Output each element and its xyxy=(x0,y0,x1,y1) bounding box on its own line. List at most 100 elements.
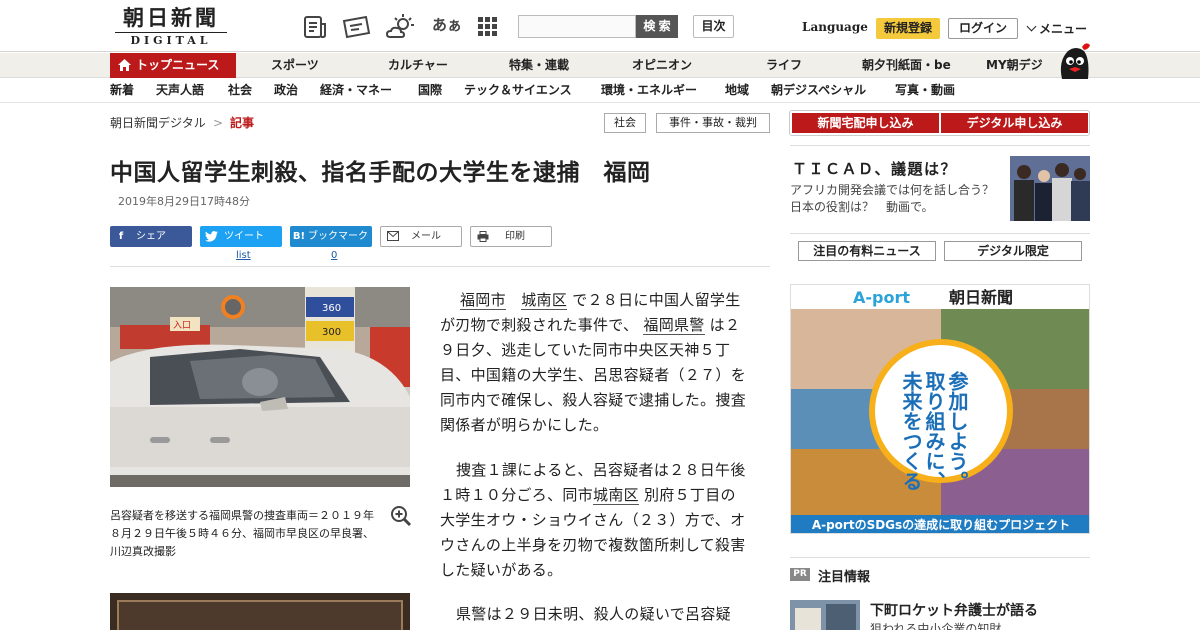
nav-special[interactable]: 朝デジスペシャル xyxy=(771,79,866,102)
article-date: 2019年8月29日17時48分 xyxy=(118,195,250,208)
nav-tenseijingo[interactable]: 天声人語 xyxy=(156,79,204,102)
digital-subscribe-button[interactable]: デジタル申し込み xyxy=(941,113,1088,133)
tag-incidents[interactable]: 事件・事故・裁判 xyxy=(656,113,770,133)
pr-thumbnail[interactable] xyxy=(790,600,860,630)
register-button[interactable]: 新規登録 xyxy=(876,18,940,39)
link-fukuoka-city[interactable]: 福岡市 xyxy=(460,291,506,310)
facebook-share-button[interactable]: f シェア xyxy=(110,226,192,247)
mail-icon xyxy=(387,231,399,241)
ad-copy-3: 参加しよう。 xyxy=(945,370,969,491)
nav-society[interactable]: 社会 xyxy=(228,79,252,102)
nav-region[interactable]: 地域 xyxy=(725,79,749,102)
breadcrumb-home[interactable]: 朝日新聞デジタル xyxy=(110,116,206,130)
nav-newspaper[interactable]: 朝夕刊紙面・be xyxy=(862,53,951,78)
link-jonan-ward-2[interactable]: 城南区 xyxy=(593,486,639,505)
newspaper-icon[interactable] xyxy=(302,14,328,40)
primary-nav: トップニュース スポーツ カルチャー 特集・連載 オピニオン ライフ 朝夕刊紙面… xyxy=(0,43,1200,79)
facebook-share-label: シェア xyxy=(136,231,166,242)
nav-sports[interactable]: スポーツ xyxy=(271,53,319,78)
mascot-icon xyxy=(1060,43,1090,79)
divider xyxy=(790,557,1090,558)
ad-brand: A-port xyxy=(853,288,910,307)
site-logo[interactable]: 朝日新聞 DIGITAL xyxy=(115,6,227,48)
logo-japanese: 朝日新聞 xyxy=(123,5,219,30)
menu-label: メニュー xyxy=(1039,22,1088,36)
article-paragraph-2: 捜査１課によると、呂容疑者は２８日午後１時１０分ごろ、同市城南区 別府５丁目の大… xyxy=(440,458,750,583)
premium-news-button[interactable]: 注目の有料ニュース xyxy=(798,241,936,261)
nav-politics[interactable]: 政治 xyxy=(274,79,298,102)
ticad-description[interactable]: アフリカ開発会議では何を話し合う？ 日本の役割は？ 動画で。 xyxy=(790,182,1006,216)
a-port-advertisement[interactable]: A-port 朝日新聞 未来をつくる 取り組みに、 参加しよう。 A-portの… xyxy=(790,284,1090,534)
hatena-bookmark-button[interactable]: B! ブックマーク xyxy=(290,226,372,247)
ad-copy-1: 未来をつくる xyxy=(899,371,923,491)
facebook-icon: f xyxy=(118,231,124,242)
header: 朝日新聞 DIGITAL あぁ 検 索 目次 Language 新規登録 ログイ… xyxy=(0,0,1200,52)
article-title: 中国人留学生刺殺、指名手配の大学生を逮捕 福岡 xyxy=(110,160,651,186)
ticad-thumbnail[interactable] xyxy=(1010,156,1090,221)
page: 朝日新聞 DIGITAL あぁ 検 索 目次 Language 新規登録 ログイ… xyxy=(0,0,1200,630)
home-icon xyxy=(118,59,131,71)
nav-my-asahi[interactable]: MY朝デジ xyxy=(986,53,1043,78)
pr-section-label: 注目情報 xyxy=(818,570,871,585)
mail-label: メール xyxy=(411,231,441,242)
nav-latest[interactable]: 新着 xyxy=(110,79,134,102)
login-button[interactable]: ログイン xyxy=(948,18,1018,39)
ticket-icon[interactable] xyxy=(342,14,372,40)
zoom-in-icon[interactable] xyxy=(390,505,412,527)
photo-sign-300: 300 xyxy=(322,327,341,338)
hatena-bookmark-label: ブックマーク xyxy=(308,231,368,242)
grid-menu-icon[interactable] xyxy=(477,14,499,40)
breadcrumb-separator: > xyxy=(213,116,224,130)
ad-copy-2: 取り組みに、 xyxy=(922,371,946,491)
nav-photo-video[interactable]: 写真・動画 xyxy=(895,79,955,102)
pr-title[interactable]: 下町ロケット弁護士が語る xyxy=(870,600,1038,620)
logo-digital: DIGITAL xyxy=(115,32,227,47)
digital-exclusive-button[interactable]: デジタル限定 xyxy=(944,241,1082,261)
print-label: 印刷 xyxy=(505,231,525,242)
nav-opinion[interactable]: オピニオン xyxy=(632,53,692,78)
hatena-count[interactable]: 0 xyxy=(331,250,337,261)
twitter-bird-icon xyxy=(205,230,218,242)
font-size-icon[interactable]: あぁ xyxy=(432,14,462,35)
link-fukuoka-police[interactable]: 福岡県警 xyxy=(643,316,705,335)
twitter-tweet-button[interactable]: ツイート xyxy=(200,226,282,247)
search-input[interactable] xyxy=(518,15,636,38)
printer-icon xyxy=(477,230,489,242)
print-button[interactable]: 印刷 xyxy=(470,226,552,247)
chevron-down-icon xyxy=(1026,21,1037,32)
divider xyxy=(790,233,1090,234)
search-button[interactable]: 検 索 xyxy=(636,15,678,38)
ad-paper: 朝日新聞 xyxy=(949,288,1013,307)
weather-icon[interactable] xyxy=(386,14,416,40)
language-link[interactable]: Language xyxy=(802,20,868,34)
breadcrumb-current: 記事 xyxy=(230,116,255,130)
article-paragraph-3: 県警は２９日未明、殺人の疑いで呂容疑 xyxy=(456,605,731,623)
article-photo-2[interactable] xyxy=(110,593,410,630)
nav-top-news[interactable]: トップニュース xyxy=(110,53,236,78)
divider xyxy=(110,266,770,267)
mail-button[interactable]: メール xyxy=(380,226,462,247)
nav-features[interactable]: 特集・連載 xyxy=(509,53,569,78)
nav-culture[interactable]: カルチャー xyxy=(388,53,448,78)
nav-environment[interactable]: 環境・エネルギー xyxy=(601,79,697,102)
pr-badge: PR xyxy=(790,568,810,581)
nav-tech-science[interactable]: テック＆サイエンス xyxy=(464,79,572,102)
article-paragraph-1: 福岡市 城南区 で２８日に中国人留学生が刃物で刺殺された事件で、 福岡県警 は２… xyxy=(440,288,750,438)
twitter-list-link[interactable]: list xyxy=(236,250,251,261)
link-jonan-ward[interactable]: 城南区 xyxy=(521,291,568,310)
divider xyxy=(790,145,1090,146)
pr-subtitle[interactable]: 狙われる中小企業の知財 xyxy=(870,620,1001,630)
newspaper-subscribe-button[interactable]: 新聞宅配申し込み xyxy=(792,113,939,133)
menu-button[interactable]: メニュー xyxy=(1026,20,1088,37)
article-photo[interactable]: 360 300 入口 xyxy=(110,287,410,487)
nav-life[interactable]: ライフ xyxy=(766,53,802,78)
photo-sign-entrance: 入口 xyxy=(173,320,191,331)
nav-economy[interactable]: 経済・マネー xyxy=(320,79,392,102)
ticad-headline[interactable]: ＴＩＣＡＤ、議題は？ xyxy=(792,158,957,179)
nav-top-news-label: トップニュース xyxy=(136,58,220,72)
ad-footer: A-portのSDGsの達成に取り組むプロジェクト xyxy=(812,517,1070,532)
secondary-nav: 新着 天声人語 社会 政治 経済・マネー 国際 テック＆サイエンス 環境・エネル… xyxy=(0,79,1200,103)
nav-international[interactable]: 国際 xyxy=(418,79,442,102)
index-button[interactable]: 目次 xyxy=(693,15,734,38)
tag-society[interactable]: 社会 xyxy=(604,113,646,133)
